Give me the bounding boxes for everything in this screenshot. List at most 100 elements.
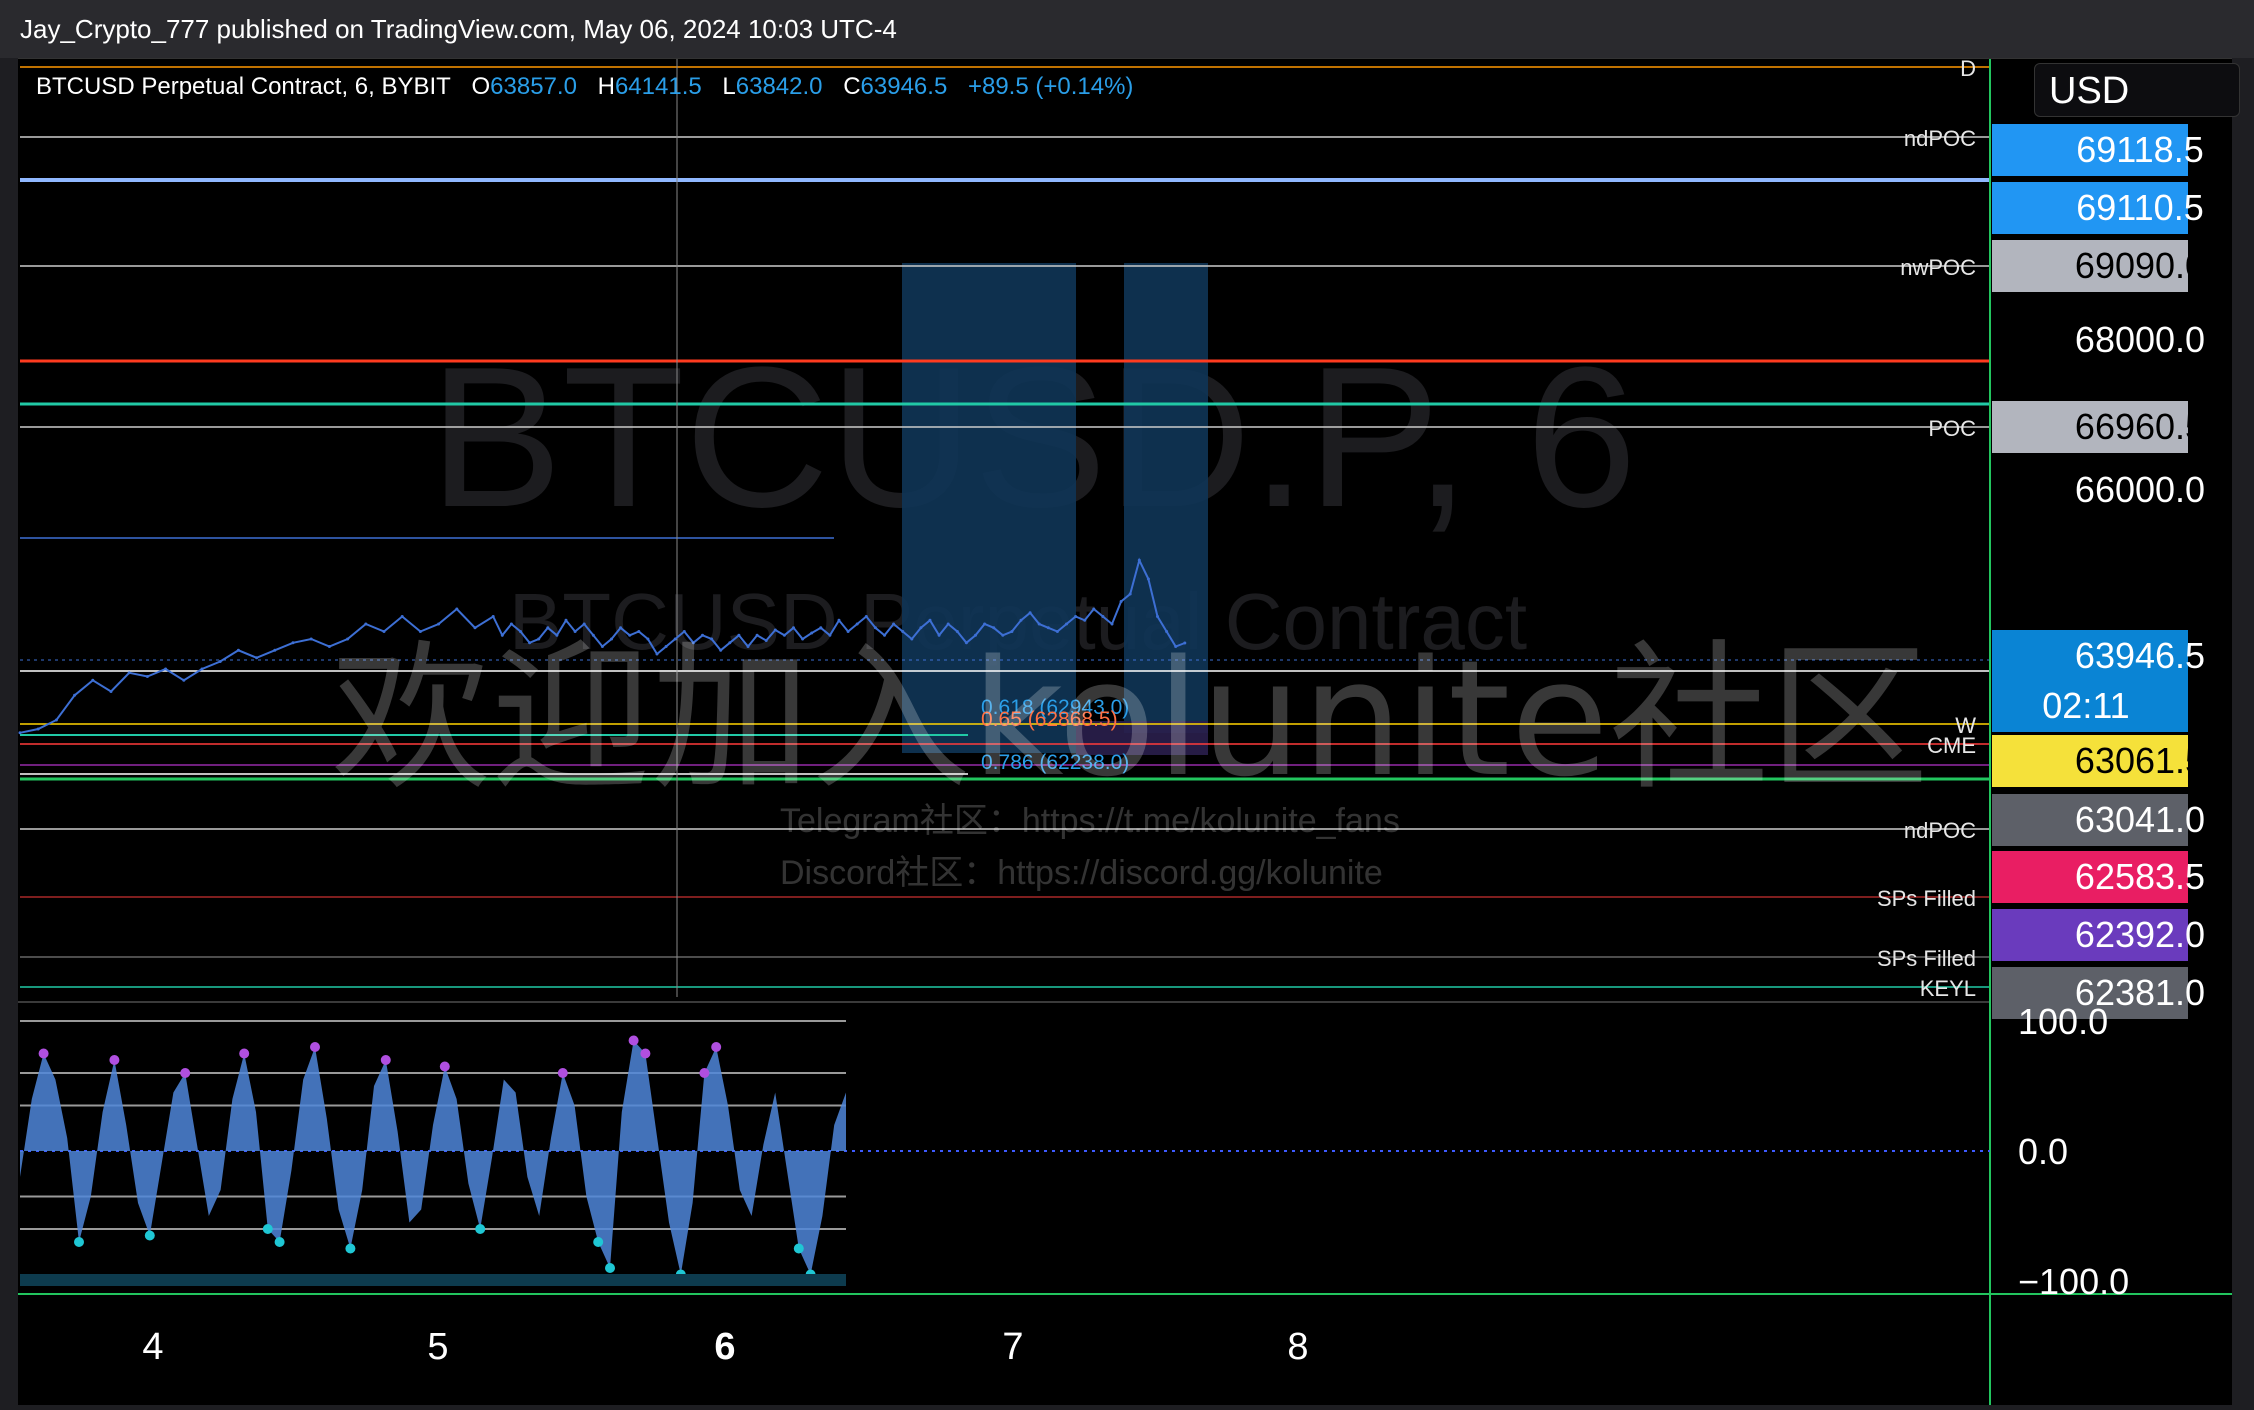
low-value: 63842.0 xyxy=(735,73,823,100)
osc-axis-tick: 0.0 xyxy=(2018,1131,2068,1172)
time-axis-tick: 7 xyxy=(1002,1326,1023,1368)
price-point xyxy=(73,693,77,697)
price-point xyxy=(200,667,204,671)
price-point xyxy=(309,637,313,641)
time-axis-tick: 6 xyxy=(714,1326,735,1368)
countdown-label: 02:11 xyxy=(2042,685,2129,726)
oscillator-signal-dot xyxy=(274,1237,285,1247)
oscillator-strip xyxy=(20,1274,846,1286)
price-point xyxy=(400,615,404,618)
oscillator-signal-dot xyxy=(593,1237,604,1247)
oscillator-signal-dot xyxy=(380,1055,391,1065)
price-point xyxy=(837,618,841,622)
price-badge-label: 66960.5 xyxy=(2075,406,2205,447)
publish-header: Jay_Crypto_777 published on TradingView.… xyxy=(0,0,2254,58)
price-badge-label: 69090.0 xyxy=(2075,245,2205,286)
oscillator-signal-dot xyxy=(640,1048,651,1059)
price-point xyxy=(491,615,495,618)
price-point xyxy=(255,656,259,660)
oscillator-signal-dot xyxy=(144,1230,155,1241)
oscillator-signal-dot xyxy=(628,1035,639,1046)
chart-canvas[interactable]: BTCUSD.P, 6BTCUSD Perpetual ContractDndP… xyxy=(18,59,2232,1405)
price-point xyxy=(127,671,131,675)
price-point xyxy=(236,648,240,652)
price-badge-label: 63946.5 xyxy=(2075,635,2205,676)
oscillator-signal-dot xyxy=(262,1224,273,1234)
price-axis-tick: 66000.0 xyxy=(2075,469,2205,510)
price-badge-label: 63061.5 xyxy=(2075,740,2205,781)
price-point xyxy=(1101,615,1105,618)
price-point xyxy=(1028,611,1032,615)
price-point xyxy=(36,727,40,731)
oscillator-signal-dot xyxy=(711,1042,722,1052)
time-axis-tick: 4 xyxy=(142,1326,163,1368)
price-badge-label: 63041.0 xyxy=(2075,799,2205,840)
price-point xyxy=(164,667,168,671)
price-point xyxy=(1083,618,1087,622)
price-point xyxy=(109,690,113,693)
level-label: POC xyxy=(1928,416,1976,441)
osc-axis-tick: 100.0 xyxy=(2018,1001,2108,1042)
high-value: 64141.5 xyxy=(614,73,702,100)
level-label: ndPOC xyxy=(1904,818,1976,843)
oscillator-signal-dot xyxy=(180,1068,191,1078)
high-key: H xyxy=(597,73,615,100)
price-point xyxy=(928,618,932,622)
oscillator-area xyxy=(20,1040,846,1275)
chart-frame[interactable]: BTCUSD.P, 6BTCUSD Perpetual ContractDndP… xyxy=(18,58,2240,1405)
level-label: KEYL xyxy=(1920,976,1976,1001)
level-label: CME xyxy=(1927,733,1976,758)
close-key: C xyxy=(843,73,861,100)
price-point xyxy=(864,615,868,618)
close-value: 63946.5 xyxy=(860,73,948,100)
watermark-telegram: Telegram社区：https://t.me/kolunite_fans xyxy=(780,802,1400,840)
price-point xyxy=(182,678,186,682)
watermark-promo: 欢迎加入kolunite社区 xyxy=(331,625,1929,812)
price-point xyxy=(455,607,459,611)
price-point xyxy=(291,641,295,645)
level-label: D xyxy=(1960,59,1976,81)
price-point xyxy=(1092,607,1096,611)
price-point xyxy=(91,678,95,682)
price-point xyxy=(1019,618,1023,622)
oscillator-signal-dot xyxy=(239,1048,250,1059)
price-point xyxy=(1119,600,1123,603)
price-axis-tick: 68000.0 xyxy=(2075,319,2205,360)
oscillator-signal-dot xyxy=(109,1055,120,1065)
oscillator-signal-dot xyxy=(605,1263,615,1273)
low-key: L xyxy=(722,73,736,100)
symbol-label[interactable]: BTCUSD Perpetual Contract, 6, BYBIT xyxy=(36,73,451,100)
price-point xyxy=(1137,558,1141,562)
price-point xyxy=(1074,615,1078,618)
price-badge-label: 69110.5 xyxy=(2076,187,2203,228)
open-key: O xyxy=(471,73,491,100)
oscillator-signal-dot xyxy=(439,1061,450,1072)
price-point xyxy=(54,718,58,722)
oscillator-signal-dot xyxy=(475,1224,486,1234)
price-point xyxy=(1128,592,1132,596)
oscillator-signal-dot xyxy=(699,1068,710,1078)
price-point xyxy=(1146,577,1150,581)
oscillator-signal-dot xyxy=(793,1243,804,1254)
level-label: SPs Filled xyxy=(1877,946,1976,971)
published-line: Jay_Crypto_777 published on TradingView.… xyxy=(20,14,897,44)
oscillator-signal-dot xyxy=(557,1068,568,1078)
price-point xyxy=(1156,615,1159,618)
price-badge-label: 62392.0 xyxy=(2075,914,2205,955)
level-label: SPs Filled xyxy=(1877,886,1976,911)
price-point xyxy=(564,618,568,622)
oscillator-signal-dot xyxy=(74,1237,84,1247)
price-badge-label: 62583.5 xyxy=(2075,856,2205,897)
level-label: ndPOC xyxy=(1904,126,1976,151)
price-point xyxy=(145,675,149,678)
oscillator-signal-dot xyxy=(38,1048,49,1059)
time-axis-tick: 5 xyxy=(427,1326,448,1368)
oscillator-signal-dot xyxy=(310,1042,320,1052)
watermark-discord: Discord社区：https://discord.gg/kolunite xyxy=(780,854,1383,892)
level-label: nwPOC xyxy=(1900,255,1976,280)
currency-button[interactable]: USD xyxy=(2034,63,2240,117)
oscillator-signal-dot xyxy=(345,1243,356,1254)
change-value: +89.5 (+0.14%) xyxy=(967,73,1134,100)
time-axis-tick: 8 xyxy=(1287,1326,1308,1368)
ohlc-legend: BTCUSD Perpetual Contract, 6, BYBIT O 638… xyxy=(36,73,1133,101)
